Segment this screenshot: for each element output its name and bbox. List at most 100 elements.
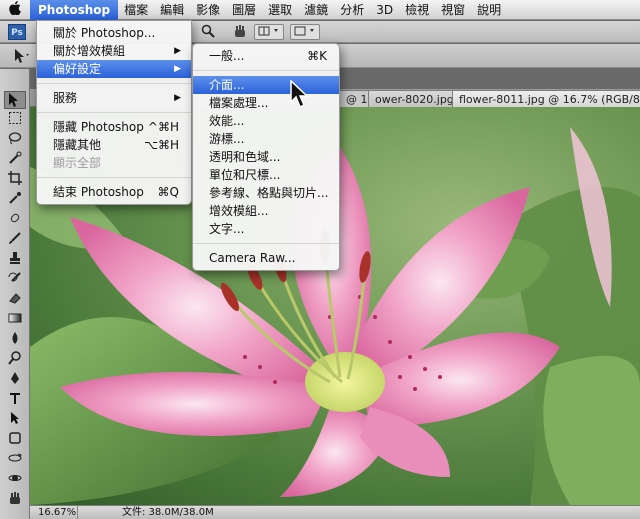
shape-tool-icon[interactable] <box>4 431 26 449</box>
menu-window[interactable]: 視窗 <box>435 0 471 20</box>
photoshop-menu: 關於 Photoshop... 關於增效模組 ▶ 偏好設定 ▶ 服務 ▶ 隱藏 Pho… <box>36 20 192 205</box>
menu-image[interactable]: 影像 <box>190 0 226 20</box>
zoom-icon[interactable] <box>200 24 216 40</box>
menu-item-label: 游標... <box>209 132 245 146</box>
mouse-pointer-icon <box>290 79 310 110</box>
pref-item-camera-raw[interactable]: Camera Raw... <box>193 249 339 267</box>
menu-item-about[interactable]: 關於 Photoshop... <box>37 24 191 42</box>
shortcut: ⌥⌘H <box>144 138 179 152</box>
menu-filter[interactable]: 濾鏡 <box>298 0 334 20</box>
shortcut: ⌘K <box>307 49 327 63</box>
tab-title: flower-8011.jpg @ 16.7% (RGB/8) <box>459 93 640 106</box>
move-tool-icon[interactable] <box>4 91 26 109</box>
menu-item-quit[interactable]: 結束 Photoshop ⌘Q <box>37 183 191 201</box>
menu-item-preferences[interactable]: 偏好設定 ▶ <box>37 60 191 78</box>
menu-item-label: 服務 <box>53 91 78 105</box>
menu-item-label: 偏好設定 <box>53 62 102 76</box>
menu-analysis[interactable]: 分析 <box>334 0 370 20</box>
hand-tool-icon[interactable] <box>4 491 26 509</box>
tab-document-3-active[interactable]: flower-8011.jpg @ 16.7% (RGB/8)× <box>452 90 640 107</box>
move-tool-preset-icon[interactable] <box>10 48 32 64</box>
eyedropper-tool-icon[interactable] <box>4 191 26 209</box>
pen-tool-icon[interactable] <box>4 371 26 389</box>
menu-separator <box>193 243 339 244</box>
menu-separator <box>193 70 339 71</box>
menu-3d[interactable]: 3D <box>370 0 399 20</box>
marquee-tool-icon[interactable] <box>4 111 26 129</box>
healing-brush-tool-icon[interactable] <box>4 211 26 229</box>
menu-item-label: 結束 Photoshop <box>53 185 144 199</box>
submenu-arrow-icon: ▶ <box>174 93 181 103</box>
menu-separator <box>37 83 191 84</box>
menu-item-hide-photoshop[interactable]: 隱藏 Photoshop ^⌘H <box>37 118 191 136</box>
menu-item-label: 隱藏其他 <box>53 138 102 152</box>
menu-item-show-all: 顯示全部 <box>37 154 191 172</box>
crop-tool-icon[interactable] <box>4 171 26 189</box>
menu-separator <box>37 177 191 178</box>
preferences-submenu: 一般... ⌘K 介面... 檔案處理... 效能... 游標... 透明和色域.… <box>192 43 340 271</box>
menu-edit[interactable]: 編輯 <box>154 0 190 20</box>
3d-rotate-tool-icon[interactable] <box>4 451 26 469</box>
clone-stamp-tool-icon[interactable] <box>4 251 26 269</box>
menu-item-label: 透明和色域... <box>209 150 281 164</box>
menu-item-label: 關於 Photoshop... <box>53 26 156 40</box>
path-selection-tool-icon[interactable] <box>4 411 26 429</box>
menu-layer[interactable]: 圖層 <box>226 0 262 20</box>
menu-item-hide-others[interactable]: 隱藏其他 ⌥⌘H <box>37 136 191 154</box>
options-bar-controls <box>340 48 400 64</box>
menu-select[interactable]: 選取 <box>262 0 298 20</box>
menu-item-label: 隱藏 Photoshop <box>53 120 144 134</box>
ps-logo: Ps <box>8 24 26 40</box>
shortcut: ⌘Q <box>157 185 179 199</box>
history-brush-tool-icon[interactable] <box>4 271 26 289</box>
menu-item-label: 檔案處理... <box>209 96 269 110</box>
status-bar: 16.67% 文件: 38.0M/38.0M <box>30 505 640 519</box>
apple-menu-icon[interactable] <box>0 0 30 19</box>
eraser-tool-icon[interactable] <box>4 291 26 309</box>
menu-item-label: 單位和尺標... <box>209 168 281 182</box>
3d-orbit-tool-icon[interactable] <box>4 471 26 489</box>
menu-help[interactable]: 說明 <box>471 0 507 20</box>
gradient-tool-icon[interactable] <box>4 311 26 329</box>
menu-item-label: 介面... <box>209 78 245 92</box>
menu-item-services[interactable]: 服務 ▶ <box>37 89 191 107</box>
lasso-tool-icon[interactable] <box>4 131 26 149</box>
menu-item-label: 參考線、格點與切片... <box>209 186 329 200</box>
pref-item-guides-grid[interactable]: 參考線、格點與切片... <box>193 184 339 202</box>
menu-item-label: Camera Raw... <box>209 251 296 265</box>
document-size: 文件: 38.0M/38.0M <box>122 507 214 518</box>
quick-selection-tool-icon[interactable] <box>4 151 26 169</box>
brush-tool-icon[interactable] <box>4 231 26 249</box>
menu-item-label: 一般... <box>209 49 245 63</box>
menu-item-label: 效能... <box>209 114 245 128</box>
pref-item-type[interactable]: 文字... <box>193 220 339 238</box>
pref-item-transparency[interactable]: 透明和色域... <box>193 148 339 166</box>
menu-file[interactable]: 檔案 <box>118 0 154 20</box>
dodge-tool-icon[interactable] <box>4 351 26 369</box>
pref-item-file-handling[interactable]: 檔案處理... <box>193 94 339 112</box>
pref-item-interface[interactable]: 介面... <box>193 76 339 94</box>
menu-bar: Photoshop 檔案 編輯 影像 圖層 選取 濾鏡 分析 3D 檢視 視窗 … <box>0 0 640 20</box>
view-extras-dropdown[interactable] <box>254 24 284 40</box>
pref-item-performance[interactable]: 效能... <box>193 112 339 130</box>
menu-item-about-plugins[interactable]: 關於增效模組 ▶ <box>37 42 191 60</box>
type-tool-icon[interactable] <box>4 391 26 409</box>
screen-mode-dropdown[interactable] <box>290 24 320 40</box>
menu-item-label: 文字... <box>209 222 245 236</box>
tools-panel <box>0 69 30 519</box>
pref-item-general[interactable]: 一般... ⌘K <box>193 47 339 65</box>
blur-tool-icon[interactable] <box>4 331 26 349</box>
menu-view[interactable]: 檢視 <box>399 0 435 20</box>
shortcut: ^⌘H <box>147 120 179 134</box>
submenu-arrow-icon: ▶ <box>174 46 181 56</box>
menu-separator <box>37 112 191 113</box>
tab-title: ower-8020.jpg <box>375 93 454 106</box>
pref-item-units-rulers[interactable]: 單位和尺標... <box>193 166 339 184</box>
pref-item-plugins[interactable]: 增效模組... <box>193 202 339 220</box>
pref-item-cursors[interactable]: 游標... <box>193 130 339 148</box>
zoom-level[interactable]: 16.67% <box>34 506 78 519</box>
menu-item-label: 顯示全部 <box>53 156 102 170</box>
menu-photoshop[interactable]: Photoshop <box>30 0 119 20</box>
menu-item-label: 關於增效模組 <box>53 44 126 58</box>
hand-icon[interactable] <box>232 24 248 40</box>
